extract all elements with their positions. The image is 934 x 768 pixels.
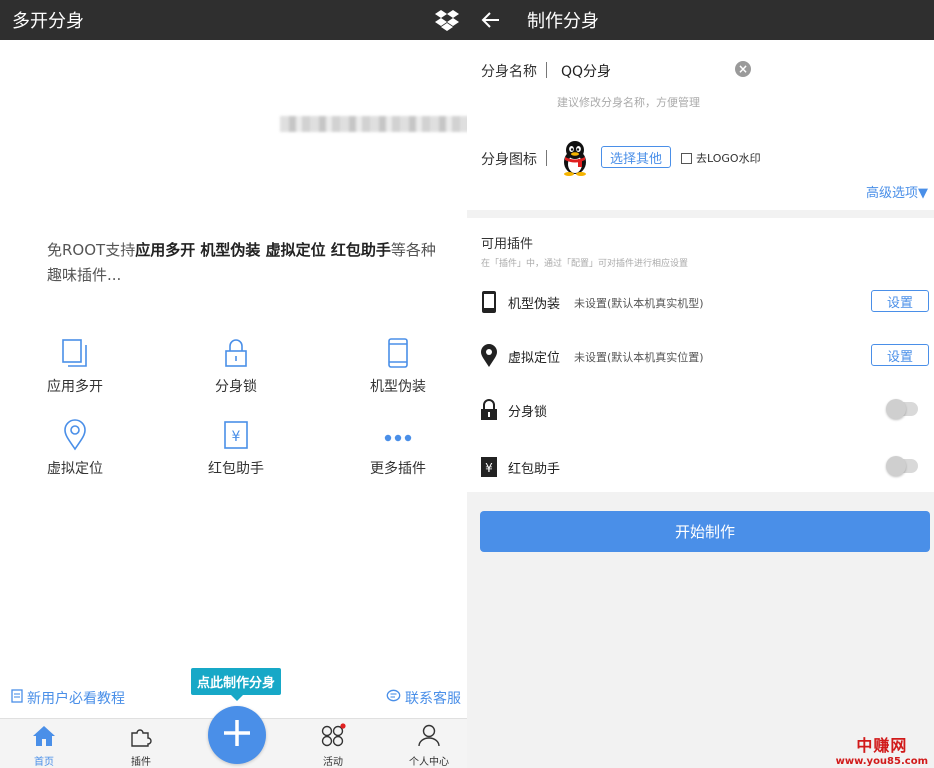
plugin-row-clone-lock: 分身锁: [467, 390, 934, 430]
create-clone-fab[interactable]: [208, 706, 266, 764]
plugins-subtitle: 在「插件」中，通过「配置」可对插件进行相应设置: [481, 259, 689, 269]
phone-icon: [479, 290, 499, 314]
plugin-row-virtual-location: 虚拟定位 未设置(默认本机真实位置) 设置: [467, 336, 934, 376]
feature-label: 红包助手: [208, 461, 264, 477]
user-icon: [417, 723, 441, 751]
service-label: 联系客服: [405, 691, 461, 707]
chat-icon: [386, 689, 401, 707]
tab-label: 插件: [131, 757, 151, 768]
checkbox-icon: [681, 152, 692, 164]
red-packet-icon: ¥: [223, 420, 249, 454]
name-hint: 建议修改分身名称，方便管理: [557, 96, 700, 109]
activity-icon: [320, 723, 346, 751]
feature-label: 虚拟定位: [47, 461, 103, 477]
plugins-title: 可用插件: [481, 237, 534, 252]
red-packet-icon: ¥: [479, 455, 499, 479]
plugin-status: 未设置(默认本机真实位置): [574, 351, 704, 364]
tutorial-link[interactable]: 新用户必看教程: [11, 688, 125, 708]
plugin-name: 红包助手: [508, 462, 561, 477]
tab-plugins[interactable]: 插件: [106, 719, 176, 768]
blurred-banner: [280, 116, 467, 132]
feature-label: 应用多开: [47, 379, 103, 395]
fab-tooltip: 点此制作分身: [191, 668, 281, 701]
plugin-name: 机型伪装: [508, 297, 561, 312]
advanced-options-toggle[interactable]: 高级选项▼: [866, 182, 928, 201]
location-pin-icon: [479, 344, 499, 368]
choose-other-icon-button[interactable]: 选择其他: [601, 146, 671, 168]
remove-logo-checkbox[interactable]: 去LOGO水印: [681, 150, 761, 166]
location-pin-icon: [62, 419, 88, 455]
tab-label: 首页: [34, 757, 54, 768]
lock-icon: [479, 398, 499, 422]
back-arrow-icon[interactable]: [479, 8, 503, 32]
clone-lock-toggle[interactable]: [886, 399, 918, 419]
remove-logo-label: 去LOGO水印: [696, 152, 761, 165]
feature-virtual-location[interactable]: 虚拟定位: [15, 419, 135, 478]
feature-label: 机型伪装: [370, 379, 426, 395]
intro-prefix: 免ROOT支持: [47, 241, 136, 259]
watermark-line2: www.you85.com: [835, 756, 928, 767]
available-plugins-card: 可用插件 在「插件」中，通过「配置」可对插件进行相应设置 机型伪装 未设置(默认…: [467, 218, 934, 492]
lock-icon: [224, 338, 248, 372]
plus-icon: [222, 718, 252, 752]
tab-label: 活动: [323, 757, 343, 768]
divider: [546, 62, 547, 78]
dropbox-icon[interactable]: [435, 8, 459, 32]
clear-icon[interactable]: ×: [735, 61, 751, 77]
feature-device-spoof[interactable]: 机型伪装: [338, 338, 458, 396]
tab-label: 个人中心: [409, 757, 449, 768]
home-topbar: 多开分身: [0, 0, 467, 40]
plugin-row-red-packet: ¥ 红包助手: [467, 447, 934, 487]
home-screen: 多开分身 免ROOT支持应用多开 机型伪装 虚拟定位 红包助手等各种趣味插件..…: [0, 0, 467, 768]
divider: [546, 150, 547, 166]
contact-service-link[interactable]: 联系客服: [386, 688, 461, 708]
svg-text:¥: ¥: [485, 461, 493, 475]
intro-bold: 应用多开 机型伪装 虚拟定位 红包助手: [135, 241, 391, 259]
feature-more-plugins[interactable]: 更多插件: [338, 420, 458, 478]
phone-icon: [387, 337, 409, 373]
feature-label: 更多插件: [370, 461, 426, 477]
qq-penguin-icon: [559, 140, 591, 180]
clone-info-card: 分身名称 QQ分身 × 建议修改分身名称，方便管理 分身图标 选择其他 去LOG…: [467, 40, 934, 210]
more-dots-icon: [383, 428, 413, 447]
virtual-location-settings-button[interactable]: 设置: [871, 344, 929, 366]
puzzle-icon: [129, 725, 153, 751]
home-icon: [32, 725, 56, 751]
icon-label: 分身图标: [481, 152, 537, 168]
app-title: 多开分身: [12, 11, 84, 32]
create-clone-screen: 制作分身 分身名称 QQ分身 × 建议修改分身名称，方便管理 分身图标 选择其他: [467, 0, 934, 768]
plugin-name: 虚拟定位: [508, 351, 561, 366]
watermark-line1: 中赚网: [856, 736, 908, 755]
red-packet-toggle[interactable]: [886, 456, 918, 476]
feature-label: 分身锁: [215, 379, 257, 395]
plugin-name: 分身锁: [508, 405, 548, 420]
start-create-button[interactable]: 开始制作: [480, 511, 930, 552]
tab-home[interactable]: 首页: [9, 719, 79, 768]
copy-icon: [61, 338, 89, 372]
feature-clone-lock[interactable]: 分身锁: [176, 338, 296, 396]
svg-text:¥: ¥: [232, 429, 241, 445]
tutorial-label: 新用户必看教程: [27, 691, 125, 707]
intro-text: 免ROOT支持应用多开 机型伪装 虚拟定位 红包助手等各种趣味插件...: [47, 238, 437, 288]
name-label: 分身名称: [481, 64, 537, 80]
plugin-row-device-spoof: 机型伪装 未设置(默认本机真实机型) 设置: [467, 282, 934, 322]
plugin-status: 未设置(默认本机真实机型): [574, 297, 704, 310]
create-topbar: 制作分身: [467, 0, 934, 40]
document-icon: [11, 689, 23, 707]
tab-profile[interactable]: 个人中心: [394, 719, 464, 768]
clone-name-input[interactable]: QQ分身: [561, 61, 611, 81]
feature-red-packet[interactable]: ¥ 红包助手: [176, 420, 296, 478]
page-title: 制作分身: [527, 11, 599, 32]
feature-app-clone[interactable]: 应用多开: [15, 338, 135, 396]
device-spoof-settings-button[interactable]: 设置: [871, 290, 929, 312]
tab-activity[interactable]: 活动: [298, 719, 368, 768]
site-watermark: 中赚网 www.you85.com: [836, 732, 928, 767]
